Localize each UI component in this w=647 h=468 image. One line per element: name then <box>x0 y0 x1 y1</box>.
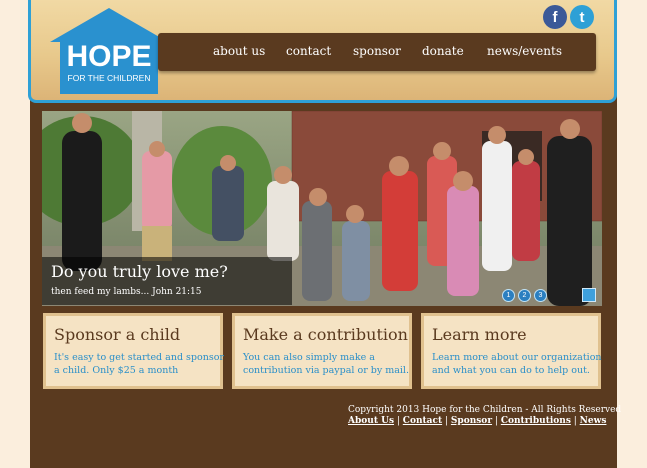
footer-links: About Us | Contact | Sponsor | Contribut… <box>348 416 607 426</box>
caption-title: Do you truly love me? <box>51 262 228 281</box>
footer-link-contact[interactable]: Contact <box>403 416 442 426</box>
slider-page-3[interactable]: 3 <box>534 289 547 302</box>
slider-caption: Do you truly love me? then feed my lambs… <box>42 257 292 305</box>
footer-link-contributions[interactable]: Contributions <box>501 416 571 426</box>
footer-link-news[interactable]: News <box>580 416 607 426</box>
logo-main-text: HOPE <box>66 40 151 73</box>
contribution-box[interactable]: Make a contribution You can also simply … <box>232 313 412 389</box>
slider-page-2[interactable]: 2 <box>518 289 531 302</box>
box-text: It's easy to get started and sponsor a c… <box>54 352 224 376</box>
caption-subtitle: then feed my lambs... John 21:15 <box>51 287 202 297</box>
slider-pause-button[interactable] <box>582 288 596 302</box>
slider-page-1[interactable]: 1 <box>502 289 515 302</box>
footer-link-about-us[interactable]: About Us <box>348 416 394 426</box>
hero-slider[interactable]: Do you truly love me? then feed my lambs… <box>42 111 602 306</box>
nav-contact[interactable]: contact <box>286 44 331 58</box>
box-title: Sponsor a child <box>54 325 181 344</box>
footer-link-sponsor[interactable]: Sponsor <box>451 416 492 426</box>
learn-more-box[interactable]: Learn more Learn more about our organiza… <box>421 313 602 389</box>
box-text: Learn more about our organization and wh… <box>432 352 602 376</box>
nav-sponsor[interactable]: sponsor <box>353 44 401 58</box>
box-title: Learn more <box>432 325 527 344</box>
box-text: You can also simply make a contribution … <box>243 352 409 376</box>
sponsor-child-box[interactable]: Sponsor a child It's easy to get started… <box>43 313 224 389</box>
twitter-icon[interactable]: t <box>570 5 594 29</box>
copyright-text: Copyright 2013 Hope for the Children - A… <box>348 405 622 415</box>
facebook-icon[interactable]: f <box>543 5 567 29</box>
nav-news-events[interactable]: news/events <box>487 44 562 58</box>
hope-logo[interactable]: HOPE FOR THE CHILDREN <box>50 6 168 96</box>
nav-donate[interactable]: donate <box>422 44 464 58</box>
main-nav: about us contact sponsor donate news/eve… <box>158 33 596 71</box>
nav-about-us[interactable]: about us <box>213 44 265 58</box>
box-title: Make a contribution <box>243 325 408 344</box>
logo-sub-text: FOR THE CHILDREN <box>68 73 151 83</box>
